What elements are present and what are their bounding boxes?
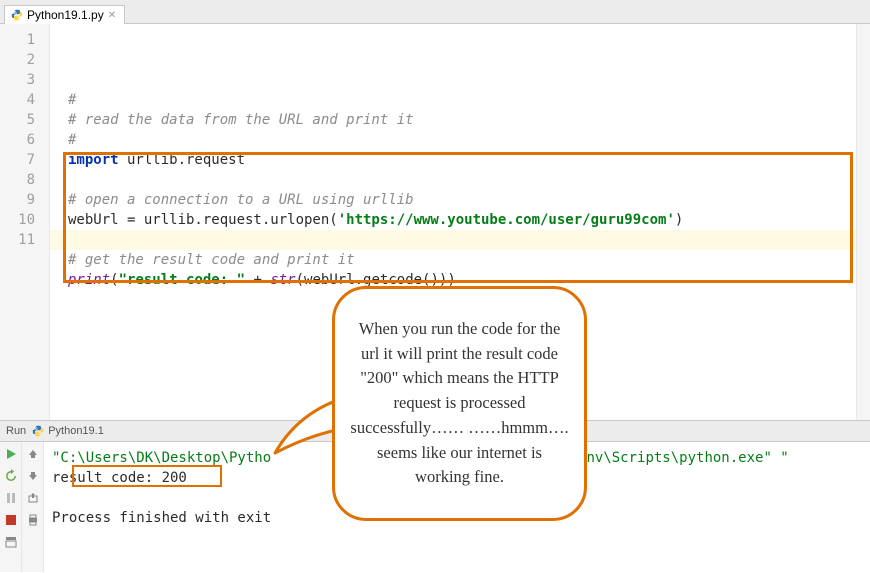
run-label: Run [6,425,26,437]
line-number: 5 [0,110,49,130]
code-line[interactable]: # [68,90,870,110]
line-number: 2 [0,50,49,70]
line-number: 1 [0,30,49,50]
run-tool-column-1 [0,442,22,572]
code-line[interactable]: # get the result code and print it [68,250,870,270]
code-line[interactable] [68,170,870,190]
code-line[interactable]: # open a connection to a URL using urlli… [68,190,870,210]
line-number-gutter: 1234567891011 [0,24,50,420]
close-tab-icon[interactable]: ✕ [108,10,116,21]
line-number: 10 [0,210,49,230]
pause-icon[interactable] [3,490,19,506]
console-cmd-left: "C:\Users\DK\Desktop\Pytho [52,450,271,466]
print-icon[interactable] [25,512,41,528]
run-config-name: Python19.1 [48,425,104,437]
line-number: 6 [0,130,49,150]
line-number: 7 [0,150,49,170]
layout-icon[interactable] [3,534,19,550]
console-cmd-right: \venv\Scripts\python.exe" " [561,450,789,466]
stop-icon[interactable] [3,512,19,528]
tab-filename: Python19.1.py [27,8,104,22]
editor-tab-bar: Python19.1.py ✕ [0,0,870,24]
callout-text: When you run the code for the url it wil… [349,317,570,490]
line-number: 4 [0,90,49,110]
run-icon[interactable] [3,446,19,462]
down-arrow-icon[interactable] [25,468,41,484]
console-exit-line: Process finished with exit [52,510,271,526]
python-run-icon [32,425,44,437]
console-result-line: result code: 200 [52,470,187,486]
line-number: 11 [0,230,49,250]
up-arrow-icon[interactable] [25,446,41,462]
line-number: 3 [0,70,49,90]
annotation-callout: When you run the code for the url it wil… [332,286,587,546]
code-line[interactable]: import urllib.request [68,150,870,170]
rerun-icon[interactable] [3,468,19,484]
line-number: 8 [0,170,49,190]
code-line[interactable]: webUrl = urllib.request.urlopen('https:/… [68,210,870,230]
run-tool-column-2 [22,442,44,572]
line-number: 9 [0,190,49,210]
code-line[interactable]: # read the data from the URL and print i… [68,110,870,130]
code-line[interactable] [68,230,870,250]
export-icon[interactable] [25,490,41,506]
editor-tab[interactable]: Python19.1.py ✕ [4,5,125,24]
code-line[interactable]: # [68,130,870,150]
python-file-icon [11,9,23,21]
